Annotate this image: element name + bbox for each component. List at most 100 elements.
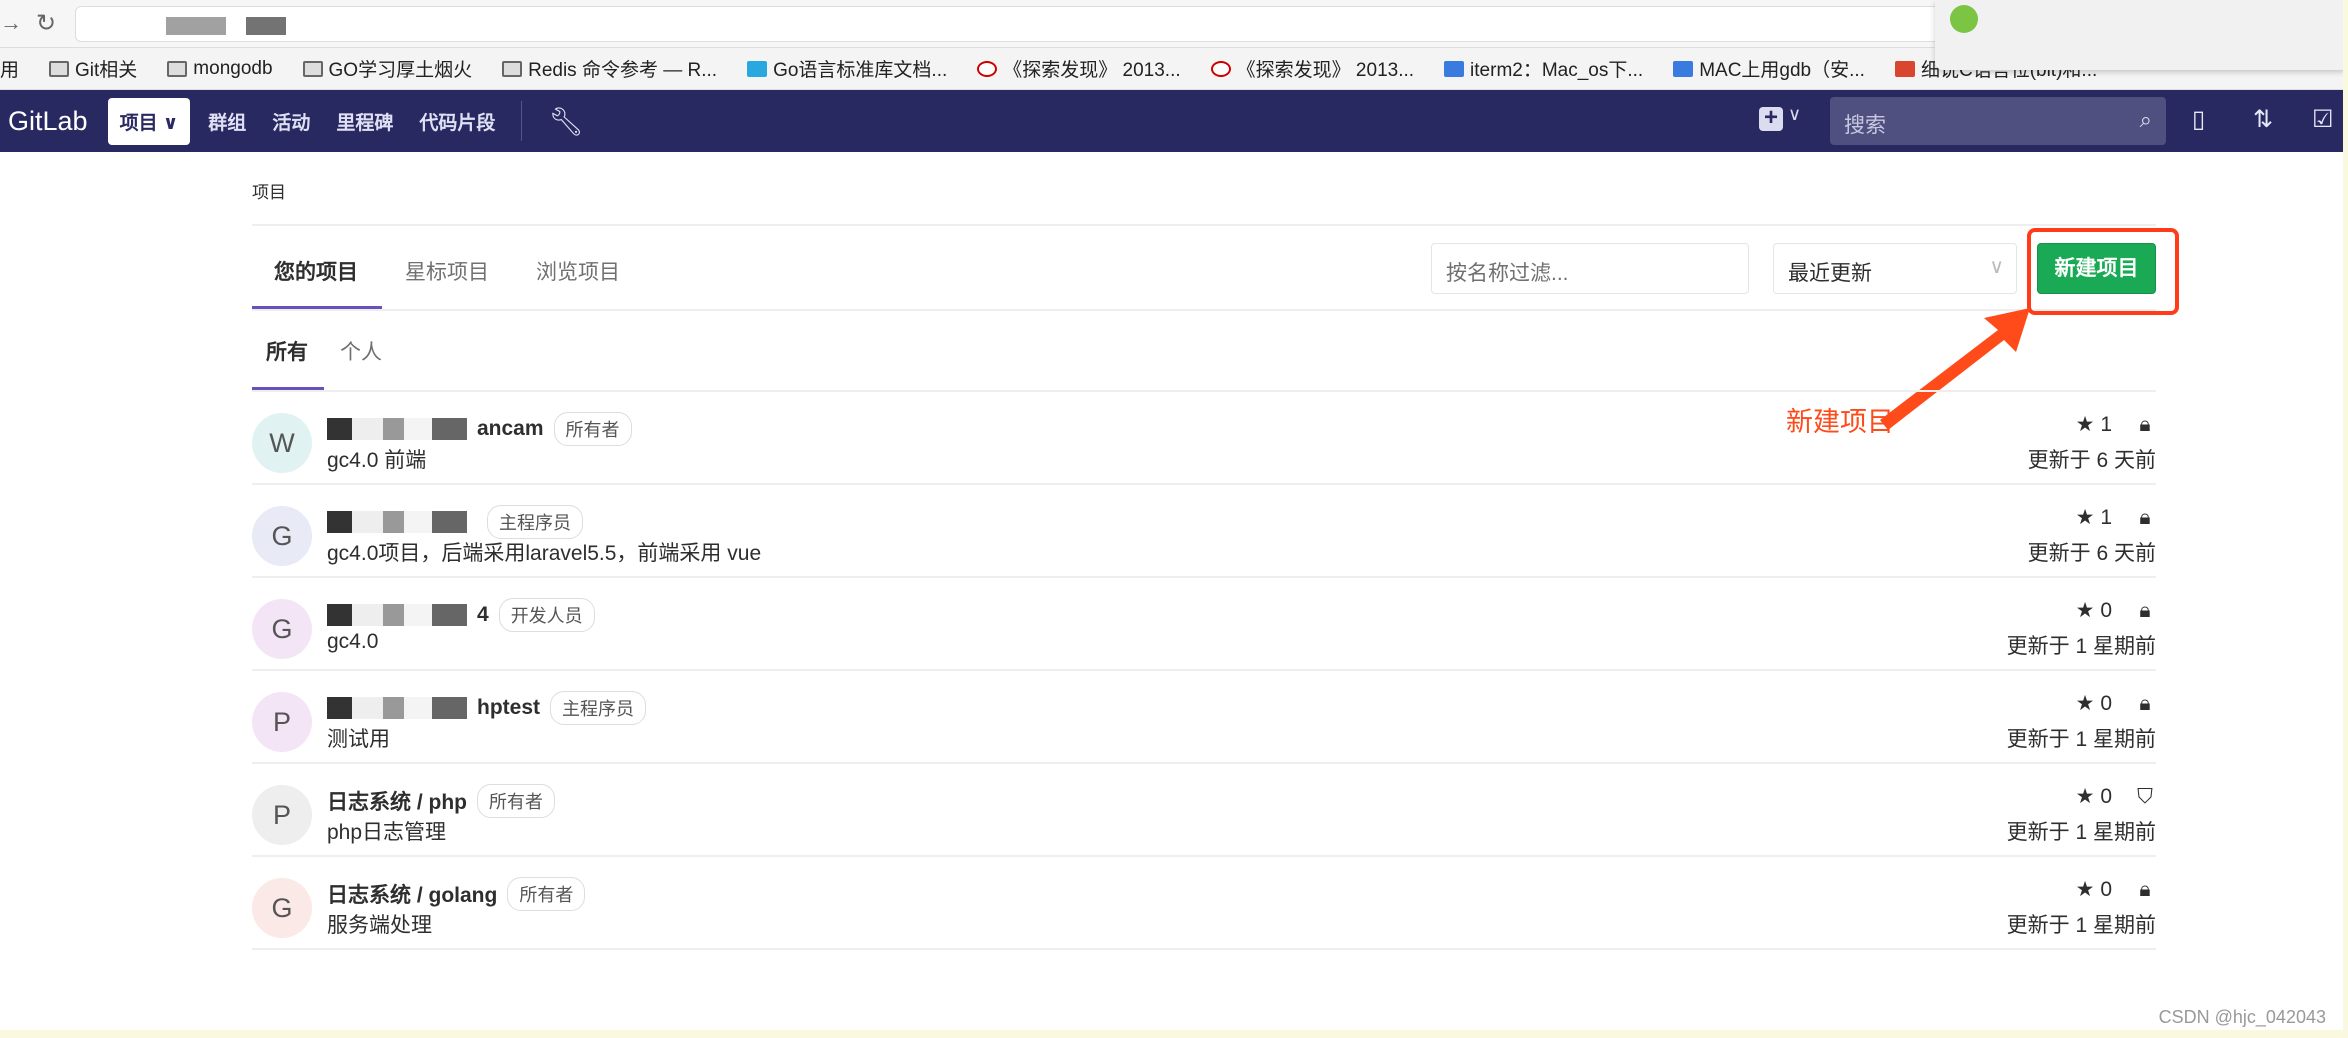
updated-time: 更新于 1 星期前 bbox=[2006, 821, 2156, 844]
tab-explore-projects[interactable]: 浏览项目 bbox=[536, 256, 620, 286]
project-avatar[interactable]: G bbox=[252, 599, 312, 659]
subtab-personal[interactable]: 个人 bbox=[340, 336, 382, 366]
bookmark-item[interactable]: 用 bbox=[0, 55, 19, 82]
project-stats: ★ 0 🔒︎ bbox=[2076, 877, 2156, 902]
project-name[interactable]: 日志系统 / golang bbox=[327, 879, 497, 909]
project-title[interactable]: hptest 主程序员 bbox=[327, 691, 646, 725]
sort-select[interactable]: 最近更新 ∨ bbox=[1773, 243, 2017, 294]
project-row[interactable]: W ancam 所有者 gc4.0 前端 ★ 1 🔒︎ 更新于 6 天前 bbox=[252, 392, 2156, 485]
watermark: CSDN @hjc_042043 bbox=[2158, 1007, 2326, 1027]
divider bbox=[252, 309, 2156, 311]
reload-icon[interactable]: ↻ bbox=[36, 9, 56, 38]
project-avatar[interactable]: P bbox=[252, 692, 312, 752]
nav-milestones[interactable]: 里程碑 bbox=[336, 108, 393, 135]
project-row[interactable]: G 主程序员 gc4.0项目，后端采用laravel5.5，前端采用 vue ★… bbox=[252, 485, 2156, 578]
project-description: gc4.0 bbox=[327, 630, 379, 653]
lock-icon: 🔒︎ bbox=[2139, 599, 2151, 622]
forward-icon[interactable]: → bbox=[0, 10, 22, 36]
folder-icon bbox=[167, 60, 188, 77]
role-badge: 主程序员 bbox=[487, 505, 583, 539]
bookmark-label: 《探索发现》 2013... bbox=[1236, 60, 1415, 81]
bookmark-label: Go语言标准库文档... bbox=[773, 60, 948, 81]
project-name[interactable]: 日志系统 / php bbox=[327, 786, 467, 816]
project-row[interactable]: P 日志系统 / php 所有者 php日志管理 ★ 0 ⛉ 更新于 1 星期前 bbox=[252, 764, 2156, 857]
chevron-down-icon: ∨ bbox=[162, 112, 179, 134]
tab-starred-projects[interactable]: 星标项目 bbox=[405, 256, 489, 286]
chevron-down-icon: ∨ bbox=[1989, 256, 2004, 278]
project-name[interactable]: ancam bbox=[477, 417, 544, 441]
bookmark-item[interactable]: 《探索发现》 2013... bbox=[1210, 55, 1415, 82]
project-name[interactable]: hptest bbox=[477, 696, 540, 720]
role-badge: 所有者 bbox=[507, 877, 586, 911]
gitlab-logo[interactable]: GitLab bbox=[8, 106, 88, 137]
project-avatar[interactable]: G bbox=[252, 506, 312, 566]
updated-time: 更新于 6 天前 bbox=[2027, 449, 2156, 472]
nav-projects-dropdown[interactable]: 项目 ∨ bbox=[107, 97, 191, 145]
project-description: 测试用 bbox=[327, 728, 390, 751]
annotation-highlight-box bbox=[2027, 228, 2179, 315]
lock-icon: 🔒︎ bbox=[2139, 878, 2151, 901]
project-row[interactable]: G 日志系统 / golang 所有者 服务端处理 ★ 0 🔒︎ 更新于 1 星期前 bbox=[252, 857, 2156, 950]
filter-by-name-input[interactable]: 按名称过滤... bbox=[1431, 243, 1749, 294]
issues-icon[interactable]: ▯ bbox=[2192, 105, 2205, 134]
project-stats: ★ 0 ⛉ bbox=[2076, 784, 2156, 809]
wechat-icon bbox=[1950, 5, 1978, 33]
bookmark-label: 用 bbox=[0, 60, 20, 81]
star-count: 1 bbox=[2100, 506, 2112, 529]
project-row[interactable]: P hptest 主程序员 测试用 ★ 0 🔒︎ 更新于 1 星期前 bbox=[252, 671, 2156, 764]
merge-requests-icon[interactable]: ⇅ bbox=[2253, 105, 2273, 134]
role-badge: 所有者 bbox=[477, 784, 555, 818]
todos-icon[interactable]: ☑ bbox=[2312, 105, 2334, 134]
redacted-name bbox=[327, 418, 467, 440]
nav-snippets[interactable]: 代码片段 bbox=[419, 108, 495, 135]
project-description: gc4.0项目，后端采用laravel5.5，前端采用 vue bbox=[327, 542, 762, 565]
project-title[interactable]: 4 开发人员 bbox=[327, 598, 595, 632]
star-icon: ★ bbox=[2075, 692, 2095, 715]
bookmark-item[interactable]: GO学习厚土烟火 bbox=[302, 55, 473, 82]
project-title[interactable]: 日志系统 / golang 所有者 bbox=[327, 877, 586, 911]
search-input[interactable]: 搜索 ⌕ bbox=[1830, 97, 2166, 145]
search-placeholder: 搜索 bbox=[1844, 114, 1886, 137]
nav-activity[interactable]: 活动 bbox=[272, 108, 310, 135]
star-count: 0 bbox=[2100, 692, 2112, 715]
notification-popup[interactable] bbox=[1935, 0, 2348, 70]
bookmark-item[interactable]: mongodb bbox=[167, 58, 273, 80]
bookmark-item[interactable]: Redis 命令参考 — R... bbox=[502, 55, 717, 82]
subtab-all[interactable]: 所有 bbox=[266, 336, 308, 366]
bookmark-item[interactable]: 《探索发现》 2013... bbox=[977, 55, 1181, 82]
star-icon: ★ bbox=[2075, 599, 2095, 622]
tab-your-projects[interactable]: 您的项目 bbox=[274, 256, 358, 286]
project-title[interactable]: ancam 所有者 bbox=[327, 412, 632, 446]
bookmark-label: GO学习厚土烟火 bbox=[328, 60, 473, 81]
bookmark-item[interactable]: Go语言标准库文档... bbox=[747, 55, 947, 82]
admin-wrench-icon[interactable]: 🔧︎ bbox=[521, 101, 584, 141]
updated-time: 更新于 1 星期前 bbox=[2006, 635, 2156, 658]
updated-time: 更新于 1 星期前 bbox=[2006, 728, 2156, 751]
bookmark-label: Redis 命令参考 — R... bbox=[528, 60, 718, 81]
nav-groups[interactable]: 群组 bbox=[208, 108, 246, 135]
active-tab-indicator bbox=[252, 306, 382, 309]
project-title[interactable]: 主程序员 bbox=[327, 505, 583, 539]
star-icon: ★ bbox=[2075, 878, 2095, 901]
bookmark-label: Git相关 bbox=[75, 60, 138, 81]
project-description: gc4.0 前端 bbox=[327, 449, 427, 472]
bookmark-item[interactable]: MAC上用gdb（安... bbox=[1673, 55, 1865, 82]
redacted-name bbox=[327, 511, 467, 533]
star-count: 0 bbox=[2100, 785, 2112, 808]
project-title[interactable]: 日志系统 / php 所有者 bbox=[327, 784, 555, 818]
project-name[interactable]: 4 bbox=[477, 603, 489, 627]
bookmark-label: iterm2：Mac_os下... bbox=[1470, 60, 1644, 81]
project-avatar[interactable]: W bbox=[252, 413, 312, 473]
project-row[interactable]: G 4 开发人员 gc4.0 ★ 0 🔒︎ 更新于 1 星期前 bbox=[252, 578, 2156, 671]
role-badge: 所有者 bbox=[553, 412, 632, 446]
redacted-name bbox=[327, 604, 467, 626]
new-plus-icon[interactable]: + bbox=[1759, 106, 1783, 131]
star-count: 0 bbox=[2100, 599, 2112, 622]
project-avatar[interactable]: P bbox=[252, 785, 312, 845]
breadcrumb[interactable]: 项目 bbox=[252, 178, 286, 203]
chevron-down-icon[interactable]: ∨ bbox=[1788, 104, 1801, 125]
bookmark-item[interactable]: iterm2：Mac_os下... bbox=[1444, 55, 1643, 82]
project-avatar[interactable]: G bbox=[252, 878, 312, 938]
project-description: php日志管理 bbox=[327, 821, 447, 844]
bookmark-item[interactable]: Git相关 bbox=[49, 55, 137, 82]
